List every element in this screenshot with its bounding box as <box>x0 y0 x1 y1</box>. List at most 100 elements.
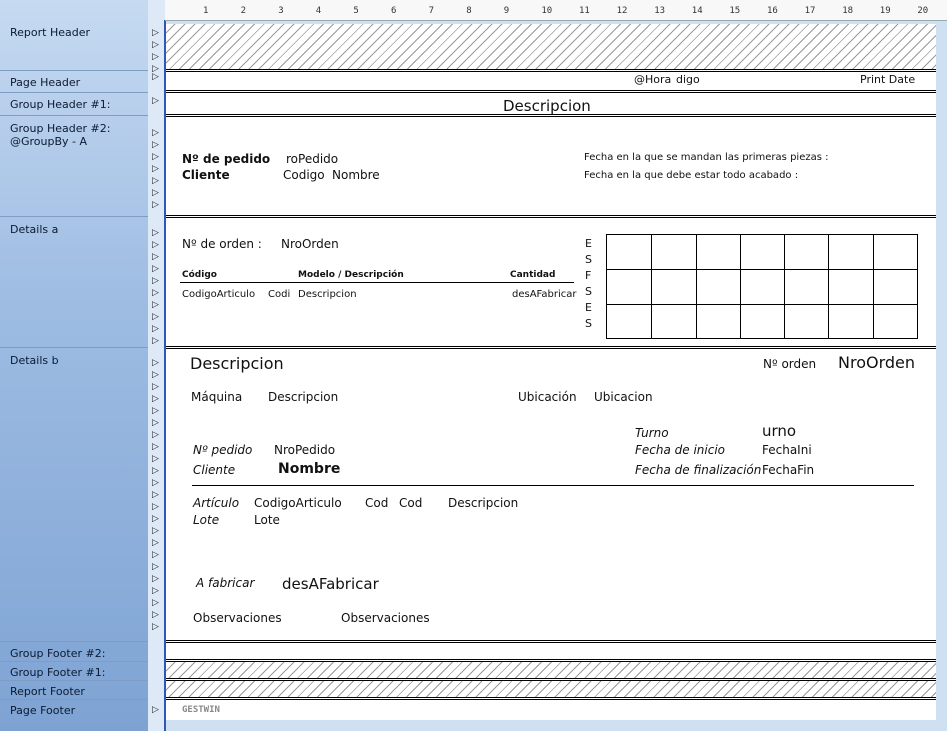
fecha-fin-field[interactable]: FechaFin <box>762 463 814 477</box>
fecha-inicio-field[interactable]: FechaIni <box>762 443 812 457</box>
guideline-marker-icon[interactable]: ▷ <box>152 622 159 632</box>
descripcion-big-field[interactable]: Descripcion <box>190 355 284 373</box>
guideline-marker-icon[interactable]: ▷ <box>152 264 159 274</box>
guideline-marker-icon[interactable]: ▷ <box>152 430 159 440</box>
cliente-label[interactable]: Cliente <box>193 463 235 477</box>
n-pedido-label[interactable]: Nº de pedido <box>182 152 270 166</box>
section-details-b[interactable]: Details b <box>10 354 59 367</box>
n-orden-label[interactable]: Nº orden <box>763 357 816 371</box>
guideline-marker-icon[interactable]: ▷ <box>152 300 159 310</box>
guideline-marker-icon[interactable]: ▷ <box>152 288 159 298</box>
guideline-marker-icon[interactable]: ▷ <box>152 240 159 250</box>
guideline-marker-icon[interactable]: ▷ <box>152 454 159 464</box>
column-cantidad-header[interactable]: Cantidad <box>510 268 555 282</box>
guideline-marker-icon[interactable]: ▷ <box>152 394 159 404</box>
guideline-marker-icon[interactable]: ▷ <box>152 550 159 560</box>
n-orden-field[interactable]: NroOrden <box>281 237 339 251</box>
guideline-marker-icon[interactable]: ▷ <box>152 418 159 428</box>
cod-field-1[interactable]: Cod <box>365 496 388 510</box>
cliente-label[interactable]: Cliente <box>182 168 230 182</box>
articulo-descripcion-field[interactable]: Descripcion <box>448 496 518 510</box>
codigo-field[interactable]: digo <box>676 73 700 87</box>
turno-label[interactable]: Turno <box>635 426 669 440</box>
articulo-label[interactable]: Artículo <box>193 496 239 510</box>
ubicacion-field[interactable]: Ubicacion <box>594 390 653 404</box>
observaciones-field[interactable]: Observaciones <box>341 611 430 625</box>
lote-label[interactable]: Lote <box>193 513 219 527</box>
guideline-marker-icon[interactable]: ▷ <box>152 490 159 500</box>
page-header-band[interactable]: @Hora digo Print Date <box>166 72 936 90</box>
guideline-marker-icon[interactable]: ▷ <box>152 514 159 524</box>
gestwin-field[interactable]: GESTWIN <box>182 703 220 717</box>
cliente-nombre-field[interactable]: Nombre <box>332 168 380 182</box>
report-header-band[interactable] <box>166 24 936 70</box>
n-pedido-label[interactable]: Nº pedido <box>193 443 252 457</box>
section-group-header-1[interactable]: Group Header #1: <box>10 98 110 111</box>
guideline-marker-icon[interactable]: ▷ <box>152 442 159 452</box>
cliente-codigo-field[interactable]: Codigo <box>283 168 325 182</box>
guideline-marker-icon[interactable]: ▷ <box>152 276 159 286</box>
guideline-marker-icon[interactable]: ▷ <box>152 382 159 392</box>
guideline-marker-icon[interactable]: ▷ <box>152 466 159 476</box>
group-header-1-band[interactable]: Descripcion <box>166 93 936 115</box>
guideline-marker-icon[interactable]: ▷ <box>152 538 159 548</box>
column-modelo-header[interactable]: Modelo / Descripción <box>298 268 404 282</box>
guideline-marker-icon[interactable]: ▷ <box>152 72 159 82</box>
guideline-marker-icon[interactable]: ▷ <box>152 526 159 536</box>
fecha-fin-label[interactable]: Fecha de finalización <box>635 463 761 477</box>
print-date-field[interactable]: Print Date <box>860 73 915 87</box>
group-descripcion-field[interactable]: Descripcion <box>503 97 591 115</box>
guideline-marker-icon[interactable]: ▷ <box>152 358 159 368</box>
maquina-label[interactable]: Máquina <box>191 390 242 404</box>
section-group-header-2[interactable]: Group Header #2: @GroupBy - A <box>10 122 110 148</box>
n-orden-field[interactable]: NroOrden <box>838 354 915 372</box>
group-footer-2-band[interactable] <box>166 643 936 659</box>
des-a-fabricar-field[interactable]: desAFabricar <box>512 288 577 302</box>
guideline-marker-icon[interactable]: ▷ <box>152 252 159 262</box>
guideline-marker-icon[interactable]: ▷ <box>152 52 159 62</box>
guideline-marker-icon[interactable]: ▷ <box>152 164 159 174</box>
guideline-marker-icon[interactable]: ▷ <box>152 370 159 380</box>
cod-field-2[interactable]: Cod <box>399 496 422 510</box>
hora-field[interactable]: @Hora <box>634 73 671 87</box>
guideline-marker-icon[interactable]: ▷ <box>152 502 159 512</box>
guideline-marker-icon[interactable]: ▷ <box>152 574 159 584</box>
section-report-header[interactable]: Report Header <box>10 26 90 39</box>
fecha-inicio-label[interactable]: Fecha de inicio <box>635 443 725 457</box>
guideline-marker-icon[interactable]: ▷ <box>152 336 159 346</box>
guideline-marker-icon[interactable]: ▷ <box>152 28 159 38</box>
n-orden-label[interactable]: Nº de orden : <box>182 237 262 251</box>
codi-field[interactable]: Codi <box>268 288 290 302</box>
turno-field[interactable]: urno <box>762 423 796 439</box>
codigo-articulo-field[interactable]: CodigoArticulo <box>182 288 255 302</box>
section-report-footer[interactable]: Report Footer <box>10 685 85 698</box>
cliente-nombre-field[interactable]: Nombre <box>278 461 340 477</box>
fecha-primeras-label[interactable]: Fecha en la que se mandan las primeras p… <box>584 151 828 165</box>
guideline-marker-icon[interactable]: ▷ <box>152 188 159 198</box>
guideline-marker-icon[interactable]: ▷ <box>152 406 159 416</box>
lote-field[interactable]: Lote <box>254 513 280 527</box>
guideline-marker-icon[interactable]: ▷ <box>152 152 159 162</box>
guideline-marker-icon[interactable]: ▷ <box>152 200 159 210</box>
group-header-2-band[interactable]: Nº de pedido roPedido Cliente Codigo Nom… <box>166 117 936 215</box>
column-codigo-header[interactable]: Código <box>182 268 217 282</box>
n-pedido-field[interactable]: roPedido <box>286 152 338 166</box>
maquina-descripcion-field[interactable]: Descripcion <box>268 390 338 404</box>
guideline-marker-icon[interactable]: ▷ <box>152 324 159 334</box>
details-b-band[interactable]: Descripcion Nº orden NroOrden Máquina De… <box>166 349 936 640</box>
descripcion-field[interactable]: Descripcion <box>298 288 357 302</box>
horizontal-ruler[interactable]: 1 2 3 4 5 6 7 8 9 10 11 12 13 14 15 16 17 18 19 20 <box>165 0 947 21</box>
a-fabricar-field[interactable]: desAFabricar <box>282 575 379 593</box>
guideline-marker-icon[interactable]: ▷ <box>152 478 159 488</box>
a-fabricar-label[interactable]: A fabricar <box>196 576 254 590</box>
guideline-marker-icon[interactable]: ▷ <box>152 586 159 596</box>
schedule-grid[interactable] <box>606 234 918 339</box>
fecha-acabado-label[interactable]: Fecha en la que debe estar todo acabado … <box>584 169 798 183</box>
section-details-a[interactable]: Details a <box>10 223 58 236</box>
codigo-articulo-field[interactable]: CodigoArticulo <box>254 496 342 510</box>
section-page-footer[interactable]: Page Footer <box>10 704 75 717</box>
ubicacion-label[interactable]: Ubicación <box>518 390 577 404</box>
report-footer-band[interactable] <box>166 681 936 697</box>
n-pedido-field[interactable]: NroPedido <box>274 443 335 457</box>
guideline-marker-icon[interactable]: ▷ <box>152 140 159 150</box>
